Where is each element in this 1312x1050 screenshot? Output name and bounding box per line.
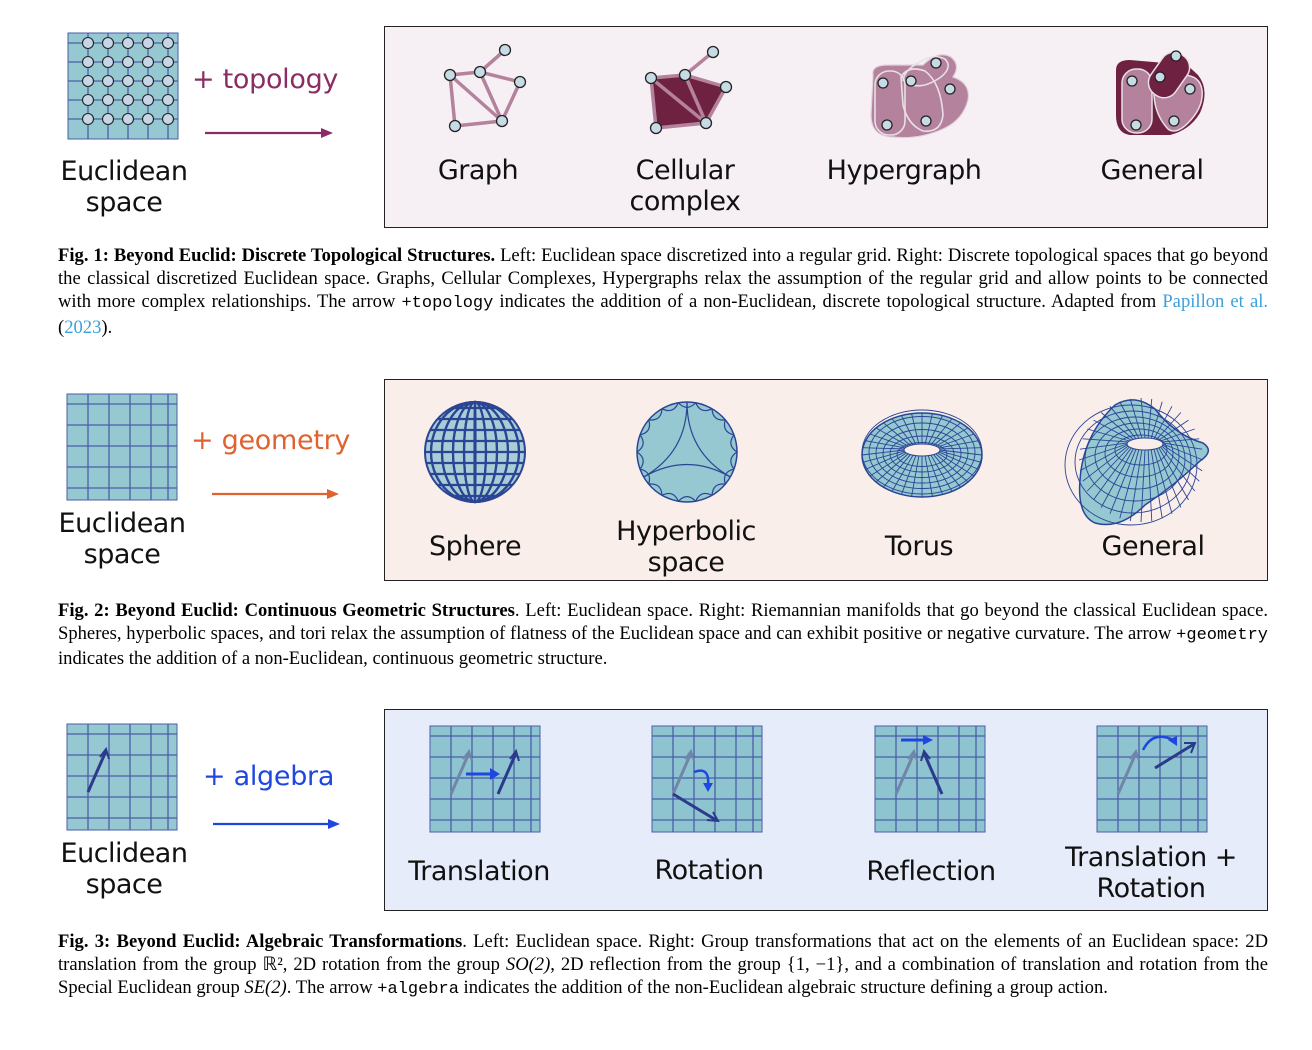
hyperbolic-disk-icon: [636, 401, 738, 503]
algebra-panel: Translation Rotation Reflection Translat…: [384, 709, 1268, 911]
euclidean-grid-with-nodes-icon: [67, 32, 179, 140]
topology-arrow-icon: [205, 128, 333, 138]
graph-icon: [443, 43, 527, 133]
left-label-line1: Euclidean: [60, 838, 188, 869]
item-hyperbolic-space: Hyperbolic space: [616, 516, 756, 578]
caption-title: Beyond Euclid: Algebraic Transformations: [116, 931, 463, 952]
item-reflection: Reflection: [866, 856, 996, 887]
topology-panel: Graph Cellular complex Hypergraph Genera…: [384, 26, 1268, 228]
geometry-panel: Sphere Hyperbolic space Torus General: [384, 379, 1268, 581]
left-label-line1: Euclidean: [58, 508, 186, 539]
item-cellular-complex: Cellular complex: [629, 155, 741, 217]
caption-label: Fig. 1:: [58, 245, 109, 266]
item-hypergraph: Hypergraph: [826, 155, 982, 186]
figure-1-caption: Fig. 1: Beyond Euclid: Discrete Topologi…: [58, 245, 1269, 338]
reflection-icon: [874, 725, 986, 833]
item-graph: Graph: [437, 155, 519, 186]
algebra-operator-label: + algebra: [203, 761, 335, 792]
item-torus: Torus: [884, 531, 954, 562]
citation-link-authors[interactable]: Papillon et al.: [1162, 291, 1268, 312]
left-label-line1: Euclidean: [60, 156, 188, 187]
math-r2: ℝ²: [262, 954, 283, 976]
figure-3-caption: Fig. 3: Beyond Euclid: Algebraic Transfo…: [58, 931, 1269, 1000]
general-topology-icon: [1116, 50, 1205, 135]
math-se2: SE(2): [244, 977, 287, 999]
code-topology: +topology: [401, 294, 494, 314]
euclidean-grid-icon: [66, 393, 178, 501]
left-label-line2: space: [85, 187, 163, 218]
caption-title: Beyond Euclid: Continuous Geometric Stru…: [115, 600, 515, 621]
citation-link-year[interactable]: 2023: [64, 317, 101, 338]
caption-label: Fig. 3:: [58, 931, 111, 952]
math-so2: SO(2): [505, 954, 551, 976]
cellular-complex-icon: [644, 45, 733, 135]
caption-title: Beyond Euclid: Discrete Topological Stru…: [113, 245, 496, 266]
code-geometry: +geometry: [1176, 626, 1268, 646]
general-manifold-icon: [1064, 397, 1209, 526]
euclidean-grid-vector-icon: [66, 723, 178, 831]
algebra-arrow-icon: [213, 819, 340, 829]
item-general-geometry: General: [1101, 531, 1205, 562]
item-translation: Translation: [408, 856, 550, 887]
item-general-topology: General: [1100, 155, 1204, 186]
math-reflection-group: {1, −1}: [786, 954, 845, 976]
left-label-line2: space: [83, 539, 161, 570]
torus-icon: [861, 409, 983, 498]
hypergraph-icon: [870, 54, 970, 139]
topology-operator-label: + topology: [192, 64, 339, 95]
caption-label: Fig. 2:: [58, 600, 110, 621]
translation-rotation-icon: [1096, 725, 1208, 833]
figure-2-caption: Fig. 2: Beyond Euclid: Continuous Geomet…: [58, 600, 1268, 670]
sphere-icon: [424, 400, 526, 504]
translation-icon: [429, 725, 541, 833]
code-algebra: +algebra: [377, 980, 459, 1000]
left-label-line2: space: [85, 869, 163, 900]
item-rotation: Rotation: [654, 855, 764, 886]
rotation-icon: [651, 725, 763, 833]
item-translation-rotation: Translation + Rotation: [1065, 842, 1237, 904]
item-sphere: Sphere: [428, 531, 522, 562]
geometry-arrow-icon: [212, 489, 339, 499]
geometry-operator-label: + geometry: [191, 425, 351, 456]
